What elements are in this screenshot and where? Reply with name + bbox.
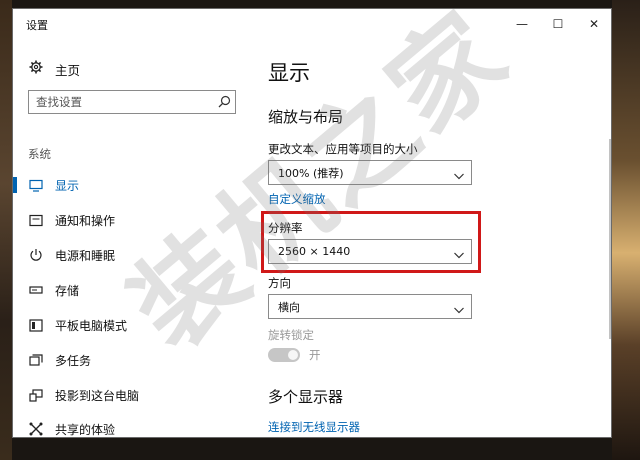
- multi-display-heading: 多个显示器: [268, 388, 344, 406]
- sidebar-item-label: 投影到这台电脑: [55, 388, 140, 403]
- maximize-icon: ☐: [552, 17, 564, 31]
- notification-icon: [28, 214, 44, 227]
- power-icon: [28, 248, 44, 262]
- multitask-icon: [28, 353, 44, 367]
- sidebar: 主页 系统 显示 通知和操作 电源和睡眠 存储 平板电脑模式: [13, 39, 253, 437]
- sidebar-item-notifications[interactable]: 通知和操作: [13, 207, 253, 233]
- sidebar-item-tablet-mode[interactable]: 平板电脑模式: [13, 312, 253, 338]
- orientation-value: 横向: [278, 300, 300, 314]
- sidebar-item-label: 共享的体验: [55, 422, 116, 437]
- orientation-label: 方向: [268, 276, 291, 290]
- sidebar-item-storage[interactable]: 存储: [13, 277, 253, 303]
- sidebar-item-label: 多任务: [55, 353, 92, 368]
- search-input[interactable]: [29, 91, 213, 113]
- custom-scaling-link[interactable]: 自定义缩放: [268, 191, 326, 207]
- gear-icon: [28, 60, 44, 78]
- close-button[interactable]: ✕: [576, 9, 611, 39]
- search-box[interactable]: [28, 90, 236, 114]
- rotation-lock-label: 旋转锁定: [268, 328, 314, 342]
- page-title: 显示: [268, 61, 310, 85]
- sidebar-item-power[interactable]: 电源和睡眠: [13, 242, 253, 268]
- close-icon: ✕: [588, 17, 600, 31]
- active-indicator: [13, 177, 17, 193]
- toggle-knob: [288, 350, 298, 360]
- sidebar-item-label: 存储: [55, 283, 80, 298]
- scale-layout-heading: 缩放与布局: [268, 108, 344, 126]
- main-content: 显示 缩放与布局 更改文本、应用等项目的大小 100% (推荐) 自定义缩放 分…: [253, 39, 611, 437]
- sidebar-item-label: 显示: [55, 178, 80, 193]
- section-label-system: 系统: [28, 147, 51, 161]
- wireless-display-link[interactable]: 连接到无线显示器: [268, 419, 360, 435]
- scrollbar[interactable]: [609, 139, 611, 339]
- text-size-dropdown[interactable]: 100% (推荐): [268, 160, 472, 185]
- desktop-background-right: [612, 0, 640, 460]
- shared-experience-icon: [28, 422, 44, 436]
- text-size-label: 更改文本、应用等项目的大小: [268, 142, 418, 156]
- desktop-background-left: [0, 0, 12, 460]
- maximize-button[interactable]: ☐: [540, 9, 576, 39]
- search-icon[interactable]: [215, 93, 233, 111]
- minimize-icon: —: [516, 17, 528, 31]
- window-title: 设置: [26, 19, 48, 32]
- sidebar-home[interactable]: 主页: [28, 59, 80, 79]
- text-size-value: 100% (推荐): [278, 166, 344, 180]
- sidebar-item-project[interactable]: 投影到这台电脑: [13, 382, 253, 408]
- title-bar[interactable]: 设置 — ☐ ✕: [13, 9, 611, 39]
- rotation-lock-state: 开: [309, 348, 321, 362]
- chevron-down-icon: [453, 301, 465, 314]
- chevron-down-icon: [453, 167, 465, 180]
- settings-window: 设置 — ☐ ✕ 主页 系统 显示 通知和操作: [12, 8, 612, 438]
- sidebar-item-shared-experience[interactable]: 共享的体验: [13, 416, 253, 437]
- rotation-lock-toggle[interactable]: [268, 348, 300, 362]
- sidebar-item-multitasking[interactable]: 多任务: [13, 347, 253, 373]
- orientation-dropdown[interactable]: 横向: [268, 294, 472, 319]
- monitor-icon: [28, 179, 44, 192]
- sidebar-item-label: 通知和操作: [55, 213, 116, 228]
- sidebar-item-label: 平板电脑模式: [55, 318, 128, 333]
- sidebar-item-display[interactable]: 显示: [13, 172, 253, 198]
- tablet-mode-icon: [28, 318, 44, 332]
- minimize-button[interactable]: —: [504, 9, 540, 39]
- sidebar-item-label: 电源和睡眠: [55, 248, 116, 263]
- sidebar-home-label: 主页: [55, 62, 81, 78]
- project-icon: [28, 388, 44, 402]
- resolution-highlight-box: [261, 211, 481, 273]
- storage-icon: [28, 285, 44, 295]
